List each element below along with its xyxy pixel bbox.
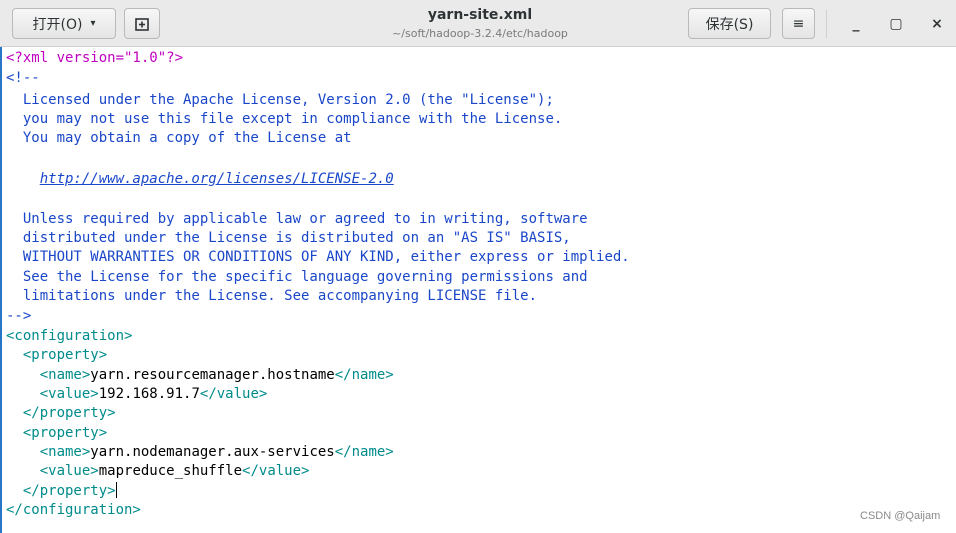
hamburger-menu-icon[interactable]: ≡	[782, 8, 815, 39]
configuration-open-tag: <configuration>	[6, 328, 133, 344]
new-document-icon	[135, 17, 149, 31]
value-open-tag: <value>	[39, 386, 99, 402]
value-close-tag: </value>	[242, 463, 310, 479]
maximize-icon[interactable]: ▢	[885, 13, 907, 35]
property-name-value: yarn.resourcemanager.hostname	[90, 367, 335, 383]
license-line-2: you may not use this file except in comp…	[6, 111, 563, 127]
window-subtitle: ~/soft/hadoop-3.2.4/etc/hadoop	[392, 27, 568, 40]
license-line-4: Unless required by applicable law or agr…	[6, 211, 588, 227]
property-name-value: yarn.nodemanager.aux-services	[90, 444, 335, 460]
title-area: yarn-site.xml ~/soft/hadoop-3.2.4/etc/ha…	[360, 6, 600, 41]
property-value-text: mapreduce_shuffle	[98, 463, 243, 479]
property-open-tag: <property>	[6, 425, 108, 441]
chevron-down-icon: ▾	[90, 18, 96, 29]
license-line-1: Licensed under the Apache License, Versi…	[6, 92, 554, 108]
license-line-3: You may obtain a copy of the License at	[6, 130, 352, 146]
property-value-line: <value>192.168.91.7</value>	[6, 385, 268, 404]
property-value-text: 192.168.91.7	[98, 386, 200, 402]
url-indent	[6, 171, 40, 187]
text-editor[interactable]: <?xml version="1.0"?> <!-- Licensed unde…	[0, 47, 956, 533]
value-open-tag: <value>	[39, 463, 99, 479]
text-cursor	[115, 482, 117, 498]
name-open-tag: <name>	[39, 367, 91, 383]
header-bar: 打开(O) ▾ yarn-site.xml ~/soft/hadoop-3.2.…	[0, 0, 956, 47]
license-url[interactable]: http://www.apache.org/licenses/LICENSE-2…	[40, 171, 394, 187]
minimize-icon[interactable]: _	[845, 13, 867, 35]
license-url-line: http://www.apache.org/licenses/LICENSE-2…	[6, 170, 394, 189]
value-close-tag: </value>	[199, 386, 268, 402]
property-close-line: </property>	[6, 482, 117, 501]
comment-open: <!--	[6, 70, 40, 86]
property-open-tag: <property>	[6, 347, 108, 363]
property-close-tag: </property>	[6, 405, 116, 421]
save-button[interactable]: 保存(S)	[688, 8, 771, 39]
license-line-6: WITHOUT WARRANTIES OR CONDITIONS OF ANY …	[6, 249, 630, 265]
window-title: yarn-site.xml	[427, 7, 533, 23]
license-line-7: See the License for the specific languag…	[6, 269, 588, 285]
property-name-line: <name>yarn.resourcemanager.hostname</nam…	[6, 366, 394, 385]
xml-declaration: <?xml version="1.0"?>	[6, 50, 184, 66]
close-icon[interactable]: ×	[926, 13, 948, 35]
open-button[interactable]: 打开(O) ▾	[12, 8, 116, 39]
name-open-tag: <name>	[39, 444, 91, 460]
name-close-tag: </name>	[334, 367, 394, 383]
divider	[826, 10, 827, 38]
property-close-tag: </property>	[6, 483, 116, 499]
watermark: CSDN @Qaijam	[860, 510, 941, 522]
license-line-5: distributed under the License is distrib…	[6, 230, 571, 246]
new-document-button[interactable]	[124, 8, 160, 39]
comment-close: -->	[6, 308, 32, 324]
property-value-line: <value>mapreduce_shuffle</value>	[6, 462, 310, 481]
name-close-tag: </name>	[334, 444, 394, 460]
open-label: 打开(O)	[32, 16, 83, 33]
configuration-close-tag: </configuration>	[6, 502, 141, 518]
license-line-8: limitations under the License. See accom…	[6, 288, 538, 304]
property-name-line: <name>yarn.nodemanager.aux-services</nam…	[6, 443, 394, 462]
